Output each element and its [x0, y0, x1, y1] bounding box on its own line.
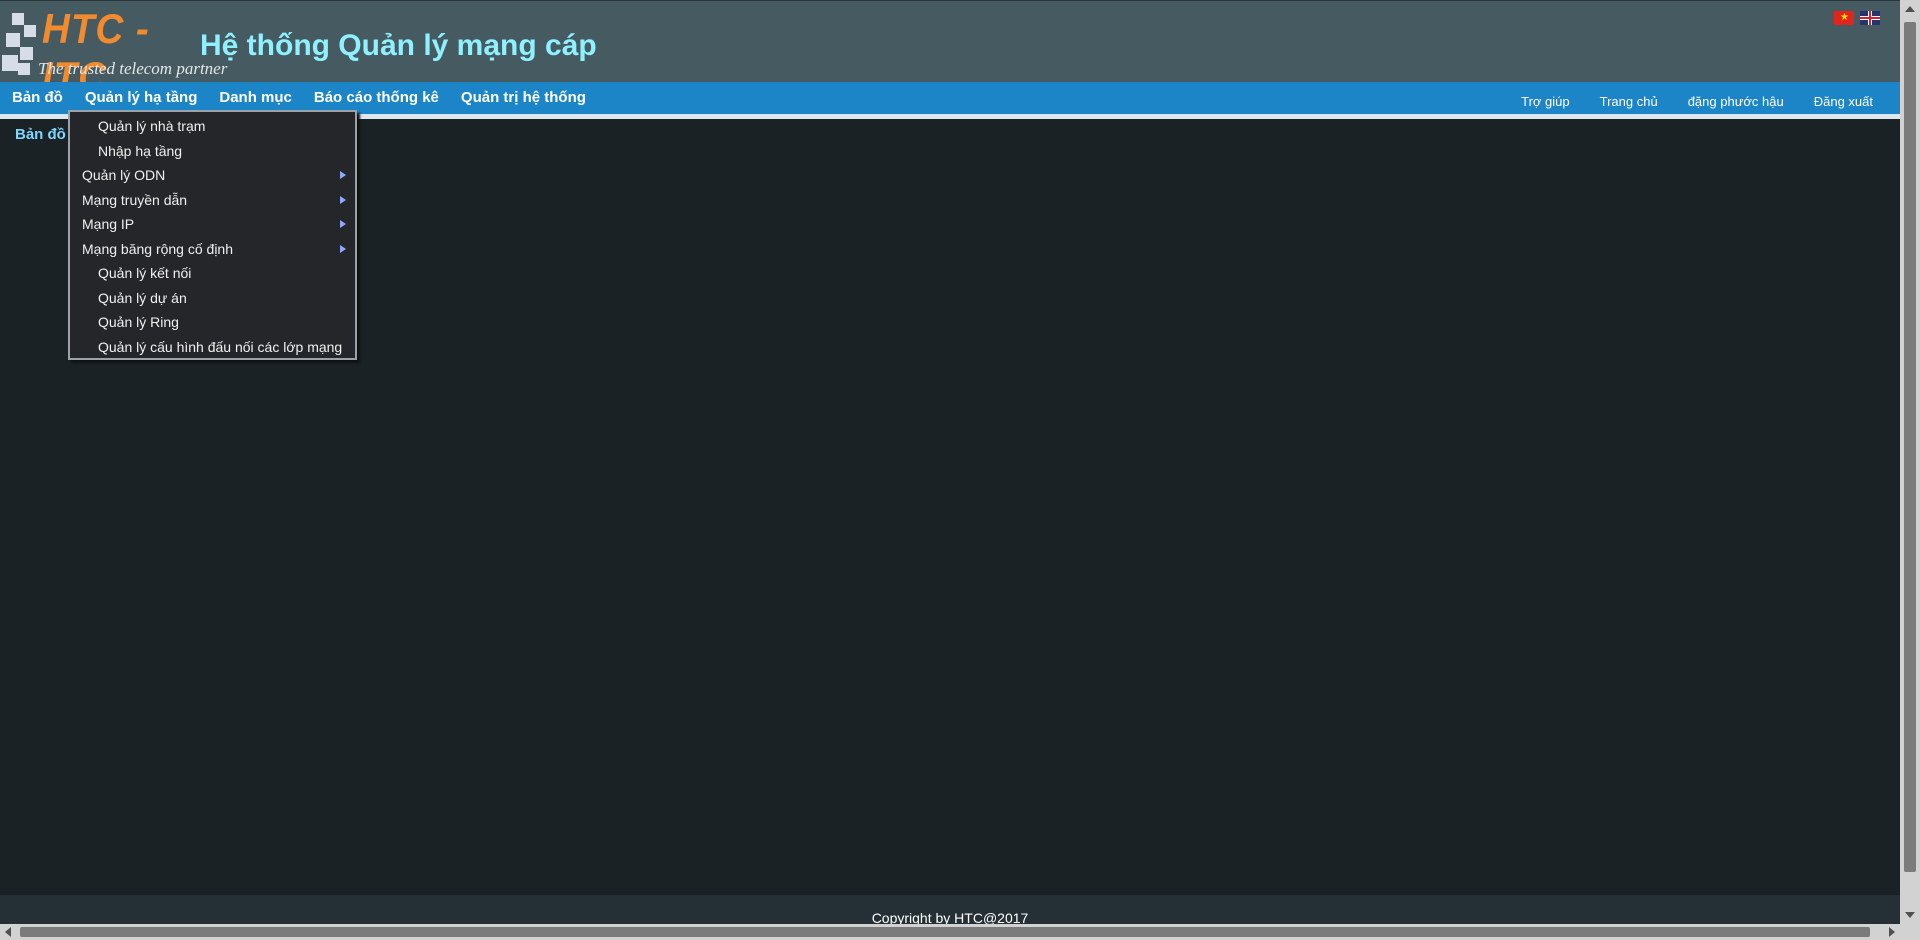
menu-item-quan-ly-ket-noi[interactable]: Quản lý kết nối [70, 261, 355, 286]
scroll-left-icon[interactable] [5, 927, 11, 937]
scroll-right-icon[interactable] [1889, 927, 1895, 937]
nav-ban-do[interactable]: Bản đồ [0, 82, 73, 114]
vietnam-flag-icon[interactable]: ★ [1834, 11, 1854, 25]
submenu-arrow-icon [340, 195, 346, 204]
language-switcher: ★ [1834, 11, 1880, 25]
submenu-arrow-icon [340, 244, 346, 253]
menu-item-mang-truyen-dan[interactable]: Mạng truyền dẫn [70, 188, 355, 213]
nav-quan-tri-he-thong[interactable]: Quản trị hệ thống [449, 82, 596, 114]
breadcrumb[interactable]: Bản đồ [15, 126, 66, 143]
menu-item-mang-ip[interactable]: Mạng IP [70, 212, 355, 237]
menu-item-quan-ly-odn[interactable]: Quản lý ODN [70, 163, 355, 188]
submenu-arrow-icon [340, 220, 346, 228]
home-link[interactable]: Trang chủ [1585, 82, 1673, 114]
htc-itc-logo[interactable]: HTC - ITC The trusted telecom partner [0, 3, 227, 100]
app-title: Hệ thống Quản lý mạng cáp [200, 29, 597, 62]
menu-item-quan-ly-cau-hinh-dau-noi[interactable]: Quản lý cấu hình đấu nối các lớp mạng [70, 335, 355, 360]
logo-tagline: The trusted telecom partner [38, 59, 228, 78]
menu-item-quan-ly-du-an[interactable]: Quản lý dự án [70, 286, 355, 311]
page-footer: Copyright by HTC@2017 [0, 895, 1900, 926]
vertical-scroll-thumb[interactable] [1904, 22, 1916, 872]
menu-item-mang-bang-rong-co-dinh[interactable]: Mạng băng rộng cố định [70, 237, 355, 262]
horizontal-scrollbar[interactable] [0, 924, 1900, 940]
help-link[interactable]: Trợ giúp [1506, 82, 1585, 114]
logo-tiles-icon [2, 13, 36, 77]
horizontal-scroll-thumb[interactable] [20, 927, 1870, 937]
user-name-link[interactable]: đặng phước hậu [1673, 82, 1799, 114]
logout-link[interactable]: Đăng xuất [1799, 82, 1888, 114]
uk-flag-icon[interactable] [1860, 11, 1880, 25]
menu-item-quan-ly-nha-tram[interactable]: Quản lý nhà trạm [70, 114, 355, 139]
submenu-arrow-icon [340, 171, 346, 179]
app-header: HTC - ITC The trusted telecom partner Hệ… [0, 0, 1900, 100]
infrastructure-dropdown-menu: Quản lý nhà trạm Nhập hạ tầng Quản lý OD… [68, 110, 357, 360]
menu-item-quan-ly-ring[interactable]: Quản lý Ring [70, 310, 355, 335]
menu-item-nhap-ha-tang[interactable]: Nhập hạ tầng [70, 139, 355, 164]
scrollbar-corner [1900, 924, 1920, 940]
scroll-down-icon[interactable] [1905, 912, 1915, 918]
vertical-scrollbar[interactable] [1900, 0, 1920, 924]
scroll-up-icon[interactable] [1905, 6, 1915, 12]
